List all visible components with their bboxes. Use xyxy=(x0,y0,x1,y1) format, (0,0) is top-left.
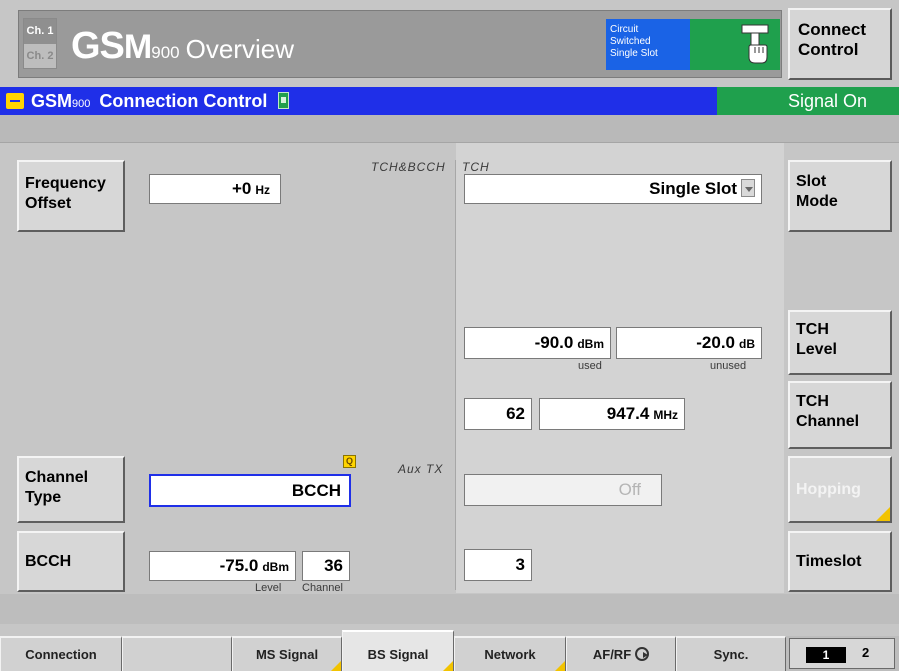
tab-corner-marker xyxy=(555,661,565,671)
tch-section-label: TCH xyxy=(462,160,490,174)
channel-type-field[interactable]: BCCH xyxy=(149,474,351,507)
tab-network[interactable]: Network xyxy=(454,636,566,671)
hopping-button: Hopping xyxy=(788,456,892,523)
tch-bcch-section-label: TCH&BCCH xyxy=(371,160,446,174)
tch-channel-field[interactable]: 62 xyxy=(464,398,532,430)
timeslot-button[interactable]: Timeslot xyxy=(788,531,892,592)
menu-title: GSM900 Connection Control xyxy=(31,91,290,112)
bcch-channel-field[interactable]: 36 xyxy=(302,551,350,581)
app-title: GSM900 Overview xyxy=(71,25,294,67)
channel-1-indicator[interactable]: Ch. 1 xyxy=(24,19,56,44)
tab-bar: Connection MS Signal BS Signal Network A… xyxy=(0,630,899,671)
tab-ms-signal[interactable]: MS Signal xyxy=(232,636,342,671)
tab-af-rf[interactable]: AF/RF xyxy=(566,636,676,671)
tch-level-unused-field[interactable]: -20.0 dB xyxy=(616,327,762,359)
title-bar: Ch. 1 Ch. 2 GSM900 Overview Circuit Switc… xyxy=(0,0,899,84)
connection-mode-indicator: Circuit Switched Single Slot xyxy=(606,19,690,70)
bcch-level-field[interactable]: -75.0 dBm xyxy=(149,551,296,581)
slot-mode-button[interactable]: Slot Mode xyxy=(788,160,892,232)
tab-sync[interactable]: Sync. xyxy=(676,636,786,671)
tch-level-used-field[interactable]: -90.0 dBm xyxy=(464,327,611,359)
channel-type-button[interactable]: Channel Type xyxy=(17,456,125,523)
channel-2-indicator[interactable]: Ch. 2 xyxy=(24,44,56,69)
tab-corner-marker xyxy=(443,661,453,671)
slot-mode-dropdown[interactable]: Single Slot xyxy=(464,174,762,204)
tch-channel-button[interactable]: TCH Channel xyxy=(788,381,892,449)
signal-status-badge: Signal On xyxy=(717,87,899,115)
channel-1-selector[interactable]: 1 xyxy=(806,647,846,663)
top-strip xyxy=(0,115,899,143)
tab-bs-signal[interactable]: BS Signal xyxy=(342,630,454,671)
aux-tx-label: Aux TX xyxy=(398,462,444,476)
used-caption: used xyxy=(578,360,602,372)
minimize-icon[interactable] xyxy=(6,93,24,109)
channel-caption: Channel xyxy=(302,582,343,594)
channel-selector[interactable]: 1 2 xyxy=(789,638,895,669)
connection-status-indicator xyxy=(690,19,780,70)
channel-2-selector[interactable]: 2 xyxy=(862,645,869,660)
title-panel: Ch. 1 Ch. 2 GSM900 Overview Circuit Switc… xyxy=(18,10,782,78)
tch-level-button[interactable]: TCH Level xyxy=(788,310,892,375)
tab-connection[interactable]: Connection xyxy=(0,636,122,671)
softkey-corner-marker xyxy=(876,507,890,521)
bottom-strip xyxy=(0,594,899,624)
hopping-field: Off xyxy=(464,474,662,506)
mobile-phone-icon xyxy=(278,92,290,109)
channel-switch[interactable]: Ch. 1 Ch. 2 xyxy=(23,18,57,69)
connect-control-button[interactable]: Connect Control xyxy=(788,8,892,80)
level-caption: Level xyxy=(255,582,282,594)
timeslot-field[interactable]: 3 xyxy=(464,549,532,581)
frequency-offset-field[interactable]: +0 Hz xyxy=(149,174,281,204)
query-icon: Q xyxy=(343,455,356,468)
frequency-offset-button[interactable]: Frequency Offset xyxy=(17,160,125,232)
unused-caption: unused xyxy=(710,360,747,372)
tab-empty[interactable] xyxy=(122,636,232,671)
tch-frequency-field[interactable]: 947.4 MHz xyxy=(539,398,685,430)
menu-header: GSM900 Connection Control Signal On xyxy=(0,87,899,115)
connector-arrow-icon xyxy=(635,647,650,661)
tab-corner-marker xyxy=(331,661,341,671)
bcch-button[interactable]: BCCH xyxy=(17,531,125,592)
dropdown-arrow-icon[interactable] xyxy=(741,179,755,197)
column-divider xyxy=(455,160,456,590)
hand-pointer-icon xyxy=(741,24,769,64)
